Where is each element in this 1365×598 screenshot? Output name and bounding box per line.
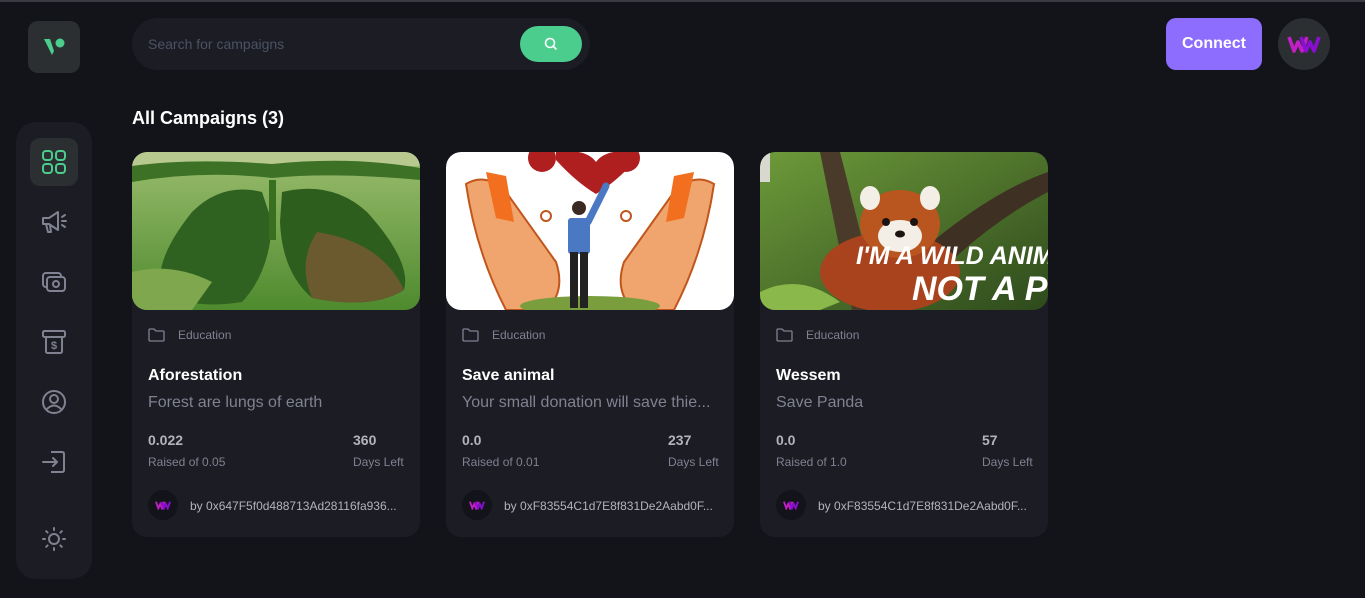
search-bar	[132, 18, 590, 70]
owner-address: 0x647F5f0d488713Ad28116fa936...	[206, 499, 397, 513]
sidebar-item-withdraw[interactable]: $	[30, 318, 78, 366]
sidebar-item-logout[interactable]	[30, 438, 78, 486]
days-left-label: Days Left	[668, 455, 719, 469]
owner-prefix: by	[504, 499, 517, 513]
folder-icon	[462, 328, 479, 342]
search-input[interactable]	[148, 18, 508, 70]
campaign-card[interactable]: I'M A WILD ANIMAL NOT A PET Education We…	[760, 152, 1048, 537]
profile-icon	[42, 390, 66, 414]
campaign-image	[446, 152, 734, 310]
folder-icon	[776, 328, 793, 342]
svg-text:$: $	[51, 340, 57, 352]
dashboard-grid-icon	[42, 150, 66, 174]
campaign-title: Save animal	[462, 367, 555, 384]
payment-icon	[42, 272, 66, 292]
megaphone-icon	[42, 211, 67, 233]
page-title: All Campaigns (3)	[132, 108, 285, 128]
image-caption-line1: I'M A WILD ANIMAL	[856, 242, 1048, 270]
sidebar-item-campaign[interactable]	[30, 198, 78, 246]
category-label: Education	[492, 328, 546, 342]
campaign-category: Education	[148, 328, 231, 342]
search-icon	[544, 37, 557, 50]
owner-avatar	[776, 490, 806, 520]
theme-toggle-button[interactable]	[30, 515, 78, 563]
days-left-label: Days Left	[353, 455, 404, 469]
owner-address: 0xF83554C1d7E8f831De2Aabd0F...	[520, 499, 713, 513]
window-top-border	[0, 0, 1365, 2]
campaign-owner: by 0xF83554C1d7E8f831De2Aabd0F...	[818, 499, 1032, 513]
sidebar-item-dashboard[interactable]	[30, 138, 78, 186]
withdraw-icon: $	[42, 330, 66, 354]
amount-raised: 0.0	[462, 432, 482, 448]
days-left-value: 57	[982, 432, 998, 448]
category-label: Education	[178, 328, 232, 342]
campaign-card[interactable]: Education Aforestation Forest are lungs …	[132, 152, 420, 537]
brand-avatar-icon	[469, 501, 485, 510]
campaign-title: Wessem	[776, 367, 841, 384]
target-label: Raised of 0.01	[462, 455, 540, 469]
campaign-description: Forest are lungs of earth	[148, 394, 323, 411]
logout-icon	[42, 451, 65, 473]
campaign-category: Education	[462, 328, 545, 342]
brand-avatar-icon	[1287, 36, 1321, 53]
campaign-owner: by 0xF83554C1d7E8f831De2Aabd0F...	[504, 499, 718, 513]
logo-icon	[44, 38, 65, 55]
image-caption-line2: NOT A PET	[912, 270, 1048, 308]
campaign-owner: by 0x647F5f0d488713Ad28116fa936...	[190, 499, 404, 513]
category-label: Education	[806, 328, 860, 342]
brand-avatar-icon	[155, 501, 171, 510]
owner-avatar	[462, 490, 492, 520]
amount-raised: 0.0	[776, 432, 796, 448]
sidebar-item-payment[interactable]	[30, 258, 78, 306]
campaign-image	[132, 152, 420, 310]
sidebar-item-profile[interactable]	[30, 378, 78, 426]
target-label: Raised of 1.0	[776, 455, 847, 469]
campaign-description: Save Panda	[776, 394, 864, 411]
owner-avatar	[148, 490, 178, 520]
campaign-image: I'M A WILD ANIMAL NOT A PET	[760, 152, 1048, 310]
campaign-description: Your small donation will save thie...	[462, 394, 711, 411]
owner-address: 0xF83554C1d7E8f831De2Aabd0F...	[834, 499, 1027, 513]
sidebar: $	[16, 122, 92, 579]
target-label: Raised of 0.05	[148, 455, 226, 469]
brand-avatar-icon	[783, 501, 799, 510]
campaign-card[interactable]: Education Save animal Your small donatio…	[446, 152, 734, 537]
days-left-label: Days Left	[982, 455, 1033, 469]
days-left-value: 237	[668, 432, 692, 448]
owner-prefix: by	[190, 499, 203, 513]
connect-button[interactable]: Connect	[1166, 18, 1262, 70]
owner-prefix: by	[818, 499, 831, 513]
campaign-category: Education	[776, 328, 859, 342]
sun-icon	[42, 527, 66, 551]
campaign-title: Aforestation	[148, 367, 243, 384]
search-button[interactable]	[520, 26, 582, 62]
days-left-value: 360	[353, 432, 377, 448]
app-logo[interactable]	[28, 21, 80, 73]
folder-icon	[148, 328, 165, 342]
amount-raised: 0.022	[148, 432, 184, 448]
profile-avatar[interactable]	[1278, 18, 1330, 70]
